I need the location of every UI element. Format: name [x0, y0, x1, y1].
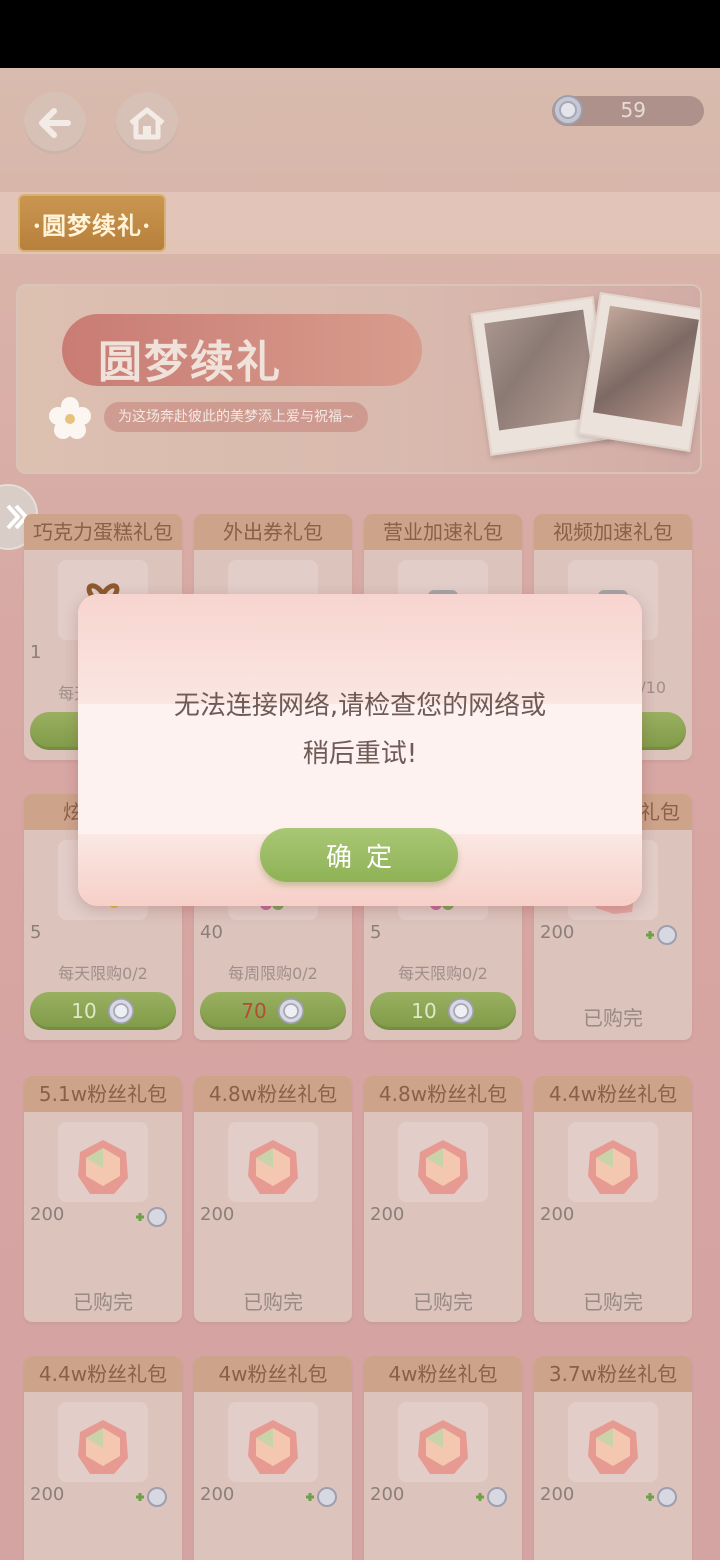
modal-overlay: 无法连接网络,请检查您的网络或 稍后重试! 确定 [0, 68, 720, 1560]
confirm-button[interactable]: 确定 [260, 828, 458, 882]
confirm-label: 确定 [325, 842, 406, 873]
dialog-message: 无法连接网络,请检查您的网络或 稍后重试! [173, 691, 547, 769]
shop-screen: 59 ·圆梦续礼· 圆梦续礼 为这场奔赴彼此的美梦添上爱与祝福~ 巧克力蛋糕礼包… [0, 68, 720, 1560]
network-error-dialog: 无法连接网络,请检查您的网络或 稍后重试! 确定 [78, 594, 642, 906]
